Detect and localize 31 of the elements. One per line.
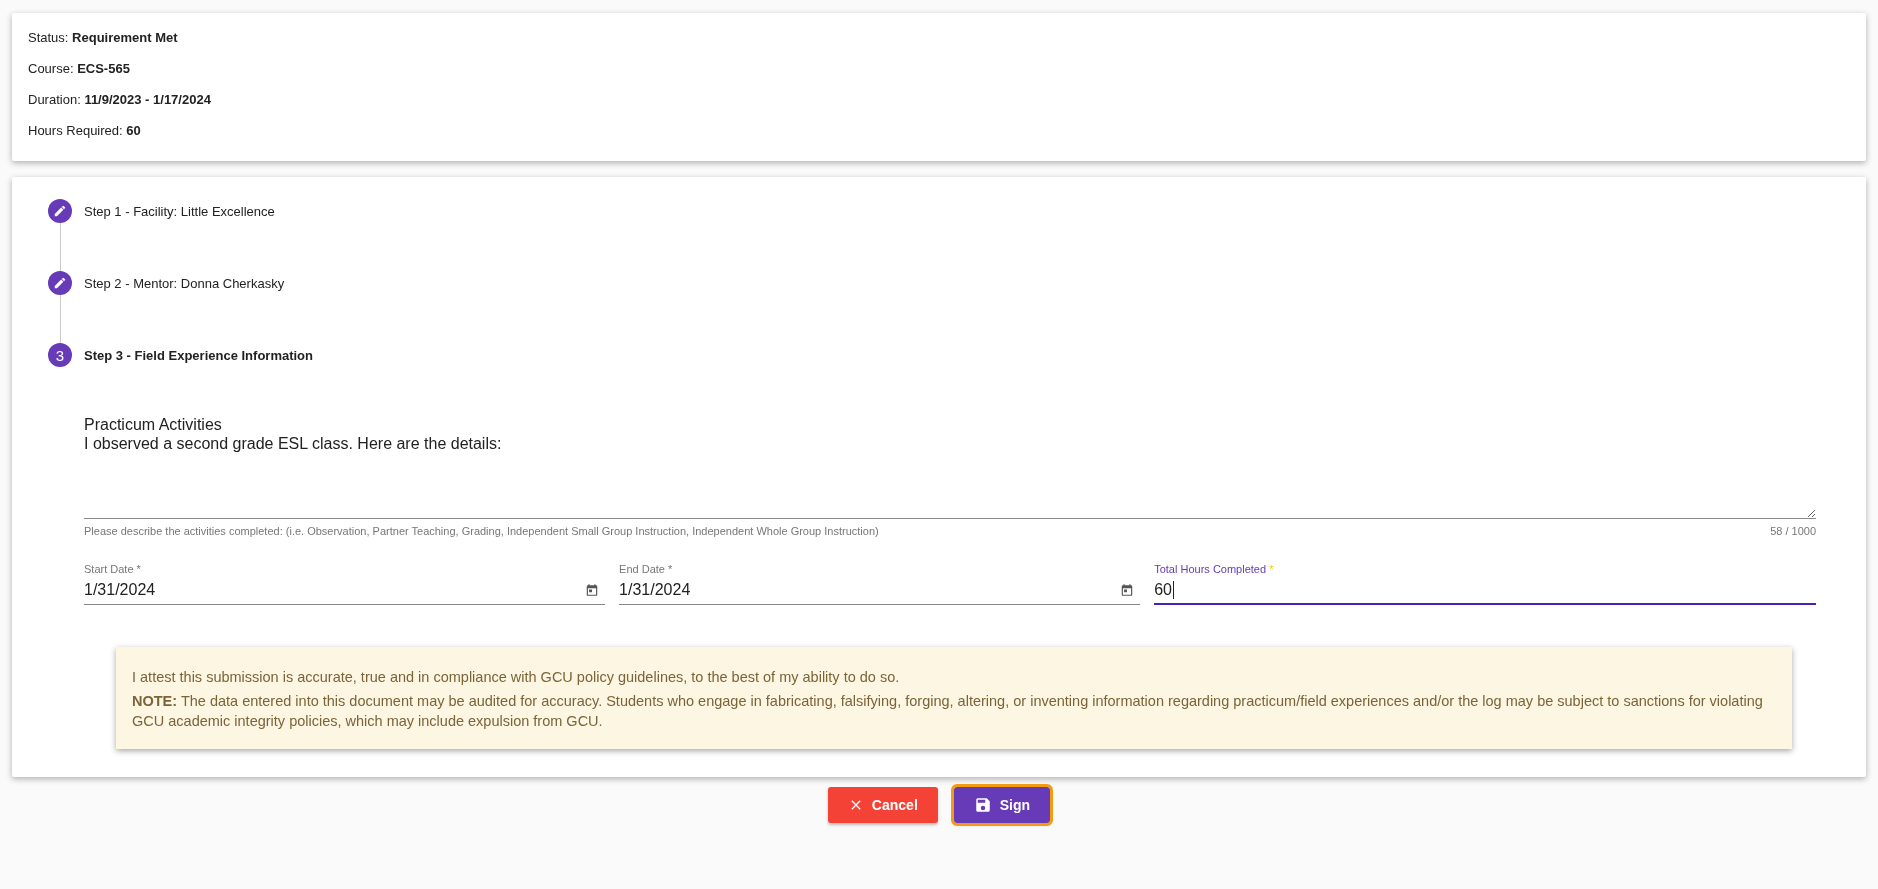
save-icon — [973, 796, 992, 814]
required-mark: * — [136, 563, 141, 575]
edit-step-icon[interactable] — [48, 199, 72, 223]
field-label: End Date — [619, 563, 665, 575]
attestation-text: I attest this submission is accurate, true and in compliance with GCU policy guidelines, to the best of my ability to do so. — [132, 668, 901, 687]
summary-line: Hours Required: 60 — [28, 122, 142, 140]
field-value: 60 — [1154, 581, 1174, 599]
date-field[interactable]: Start Date * 1/31/2024 — [84, 563, 606, 605]
summary-line: Duration: 11/9/2023 - 1/17/2024 — [28, 91, 212, 109]
character-counter: 58 / 1000 — [1770, 525, 1816, 537]
edit-step-icon[interactable] — [48, 271, 72, 295]
sign-button[interactable]: Sign — [953, 787, 1051, 823]
summary-line: Status: Requirement Met — [28, 29, 179, 47]
cancel-button[interactable]: Cancel — [827, 787, 938, 823]
calendar-icon[interactable] — [585, 583, 600, 597]
step-number: 3 — [48, 343, 72, 367]
field-label: Total Hours Completed — [1154, 563, 1267, 575]
step-title[interactable]: Step 2 - Mentor: Donna Cherkasky — [84, 275, 285, 291]
date-field[interactable]: End Date * 1/31/2024 — [619, 563, 1141, 605]
field-value: 1/31/2024 — [84, 581, 156, 599]
step-title[interactable]: Step 1 - Facility: Little Excellence — [84, 203, 275, 219]
calendar-icon[interactable] — [1120, 583, 1135, 597]
field-value: 1/31/2024 — [619, 581, 691, 599]
required-mark: * — [1269, 563, 1274, 575]
step-title[interactable]: Step 3 - Field Experience Information — [84, 347, 313, 363]
hours-field[interactable]: Total Hours Completed * 60 — [1154, 563, 1816, 605]
note-text: NOTE: The data entered into this document may be audited for accuracy. Students who engage in fabricating, falsifying, forging, altering, or inventing information regarding practicum/field experiences and/or the log may be subject to sanctions for violating GCU academic integrity policies, which may include expulsion from GCU. — [132, 692, 1764, 731]
field-hint: Please describe the activities completed: (i.e. Observation, Partner Teaching, Grading, Independent Small Group Instruction, Independent Whole Group Instruction) — [84, 525, 879, 537]
field-label: Start Date — [84, 563, 134, 575]
required-mark: * — [668, 563, 673, 575]
summary-line: Course: ECS-565 — [28, 60, 131, 78]
